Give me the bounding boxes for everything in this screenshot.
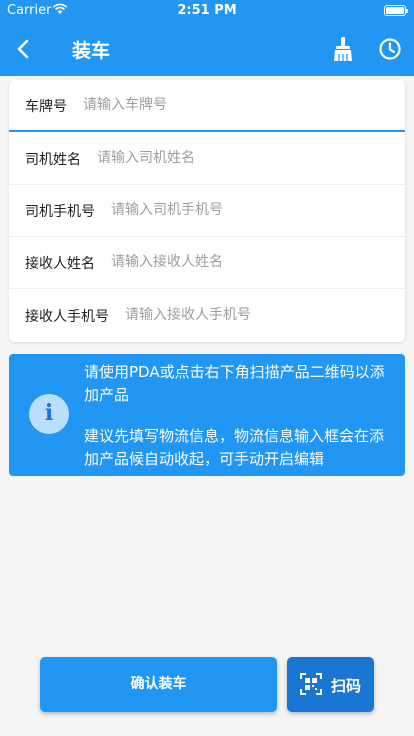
broom-icon[interactable]	[328, 34, 358, 64]
status-bar: Carrier 2:51 PM	[0, 0, 414, 22]
app-bar: 装车	[0, 22, 414, 76]
driver-phone-row: 司机手机号	[9, 185, 405, 237]
driver-phone-input[interactable]	[111, 197, 341, 223]
qr-scan-icon	[300, 673, 322, 695]
collapse-hint-text: 建议先填写物流信息，物流信息输入框会在添加产品候自动收起，可手动开启编辑	[84, 427, 385, 468]
logistics-form: 车牌号 司机姓名 司机手机号 接收人姓名 接收人手机号	[9, 80, 405, 342]
confirm-loading-button[interactable]: 确认装车	[40, 657, 277, 712]
plate-number-row: 车牌号	[9, 80, 405, 132]
receiver-phone-label: 接收人手机号	[25, 309, 109, 325]
clock-icon[interactable]	[375, 34, 405, 64]
receiver-name-input[interactable]	[111, 249, 341, 275]
driver-name-label: 司机姓名	[25, 152, 81, 168]
scan-hint-text: 请使用PDA或点击右下角扫描产品二维码以添加产品	[84, 363, 385, 404]
receiver-name-row: 接收人姓名	[9, 237, 405, 289]
scan-button-label: 扫码	[331, 677, 362, 695]
scan-button[interactable]: 扫码	[287, 657, 374, 712]
plate-number-label: 车牌号	[25, 99, 67, 115]
battery-icon	[384, 5, 408, 16]
driver-phone-label: 司机手机号	[25, 204, 95, 220]
info-icon: i	[29, 394, 69, 434]
top-bar: Carrier 2:51 PM 装车	[0, 0, 414, 76]
driver-name-input[interactable]	[97, 145, 327, 171]
info-banner: i 请使用PDA或点击右下角扫描产品二维码以添加产品 建议先填写物流信息，物流信…	[9, 354, 405, 476]
back-arrow-icon[interactable]	[10, 34, 38, 64]
receiver-phone-input[interactable]	[125, 302, 355, 328]
driver-name-row: 司机姓名	[9, 133, 405, 185]
clock: 2:51 PM	[177, 3, 237, 18]
plate-number-input[interactable]	[83, 92, 313, 118]
receiver-phone-row: 接收人手机号	[9, 290, 405, 342]
page-title: 装车	[72, 40, 111, 62]
receiver-name-label: 接收人姓名	[25, 256, 95, 272]
